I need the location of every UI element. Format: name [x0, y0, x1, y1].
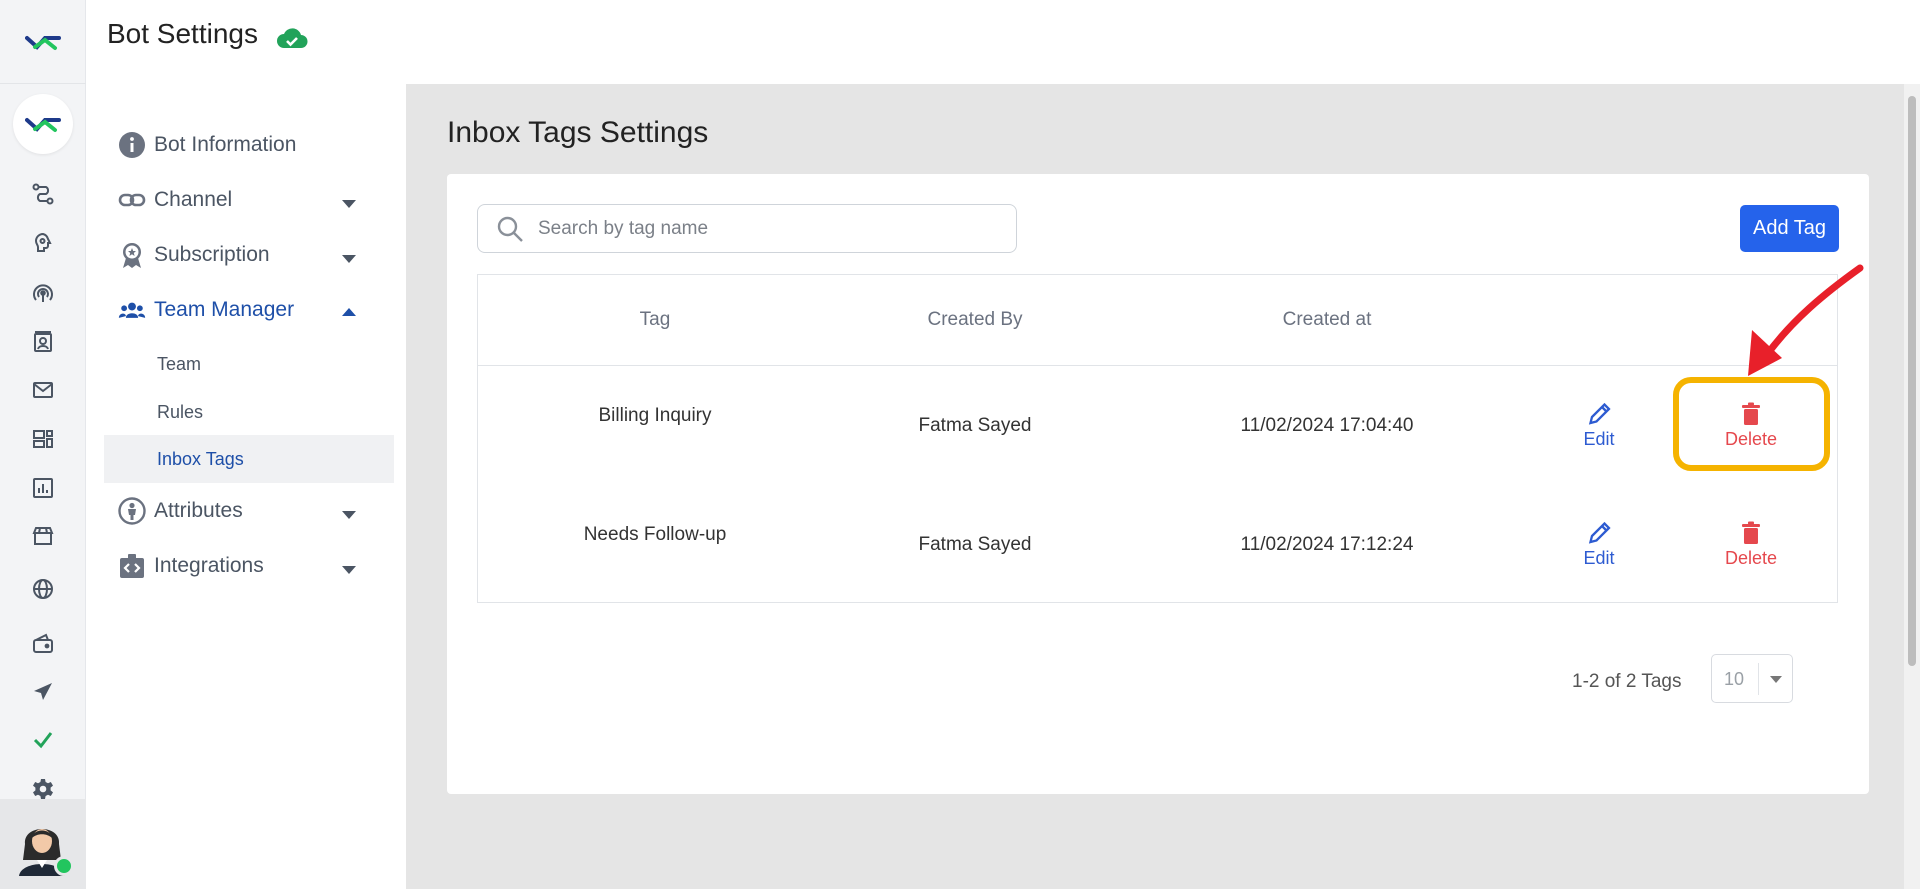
edit-label: Edit	[1583, 548, 1615, 568]
team-icon	[118, 302, 146, 318]
search-icon	[497, 216, 523, 242]
icon-rail	[0, 0, 86, 889]
created-by: Fatma Sayed	[918, 534, 1032, 555]
table-row: Needs Follow-up Fatma Sayed 11/02/2024 1…	[478, 485, 1837, 603]
column-header-tag[interactable]: Tag	[640, 309, 671, 331]
store-icon[interactable]	[25, 518, 61, 554]
created-at: 11/02/2024 17:12:24	[1240, 534, 1414, 555]
tags-table: Tag Created By Created at Billing Inquir…	[477, 274, 1838, 603]
logo-icon	[25, 35, 61, 50]
cloud-check-icon	[277, 28, 308, 48]
delete-button[interactable]: Delete	[1725, 520, 1777, 569]
created-at: 11/02/2024 17:04:40	[1240, 415, 1414, 436]
tag-name: Needs Follow-up	[583, 524, 727, 545]
sidebar-item-label: Team Manager	[154, 298, 295, 321]
scrollbar-thumb[interactable]	[1908, 96, 1916, 666]
delete-highlight-box	[1673, 377, 1830, 471]
sidebar-item-subscription[interactable]: Subscription	[118, 241, 270, 269]
bot-avatar[interactable]	[13, 94, 73, 154]
app-logo[interactable]	[0, 0, 86, 84]
add-tag-button[interactable]: Add Tag	[1740, 205, 1839, 252]
tag-name: Billing Inquiry	[598, 405, 712, 426]
sidebar-item-label: Integrations	[154, 554, 264, 577]
info-icon	[119, 132, 145, 158]
delete-label: Delete	[1724, 548, 1778, 568]
page-size-select[interactable]: 10	[1711, 654, 1793, 703]
table-row: Billing Inquiry Fatma Sayed 11/02/2024 1…	[478, 367, 1837, 485]
sidebar-item-integrations[interactable]: Integrations	[118, 552, 264, 580]
annotation-arrow-icon	[1748, 264, 1864, 376]
sidebar-item-channel[interactable]: Channel	[118, 186, 232, 214]
edit-button[interactable]: Edit	[1583, 520, 1615, 569]
page-size-value: 10	[1724, 669, 1745, 689]
column-header-created-at[interactable]: Created at	[1283, 309, 1372, 331]
page-title: Bot Settings	[107, 18, 258, 49]
trash-icon	[1742, 521, 1760, 544]
sidebar-item-bot-information[interactable]: Bot Information	[118, 131, 296, 159]
online-status-indicator	[54, 856, 74, 876]
column-header-created-by[interactable]: Created By	[927, 309, 1022, 331]
broadcast-icon[interactable]	[25, 275, 61, 311]
search-box[interactable]	[477, 204, 1017, 253]
sidebar-subitem-team[interactable]: Team	[104, 340, 394, 388]
edit-label: Edit	[1583, 429, 1615, 449]
sidebar-item-label: Channel	[154, 188, 233, 211]
integration-icon	[120, 554, 144, 578]
check-icon[interactable]	[25, 721, 61, 757]
sidebar-item-label: Subscription	[154, 243, 270, 266]
page-scrollbar[interactable]	[1904, 84, 1920, 889]
sidebar-item-label: Attributes	[154, 499, 243, 522]
sidebar-item-attributes[interactable]: Attributes	[118, 497, 243, 525]
settings-sidebar: Bot Information Channel Subscription Tea…	[86, 84, 406, 889]
widgets-icon[interactable]	[25, 421, 61, 457]
pencil-icon	[1588, 521, 1611, 544]
link-icon	[118, 193, 146, 207]
sidebar-subitem-inbox-tags[interactable]: Inbox Tags	[104, 435, 394, 483]
wallet-icon[interactable]	[25, 626, 61, 662]
person-icon	[118, 497, 146, 525]
user-avatar[interactable]	[0, 799, 86, 889]
brain-icon[interactable]	[25, 225, 61, 261]
chevron-down-icon[interactable]	[342, 255, 356, 263]
chevron-down-icon[interactable]	[342, 200, 356, 208]
sidebar-subitem-rules[interactable]: Rules	[104, 388, 394, 436]
pagination-summary: 1-2 of 2 Tags	[1572, 671, 1682, 692]
chevron-down-icon[interactable]	[342, 511, 356, 519]
section-title: Inbox Tags Settings	[447, 116, 709, 149]
search-input[interactable]	[538, 217, 978, 240]
top-header	[86, 0, 1920, 84]
chevron-down-icon[interactable]	[1770, 676, 1782, 683]
tags-card: Add Tag Tag Created By Created at Billin…	[447, 174, 1869, 794]
globe-icon[interactable]	[25, 571, 61, 607]
main-content: Inbox Tags Settings Add Tag Tag Created …	[406, 84, 1920, 889]
contacts-icon[interactable]	[25, 324, 61, 360]
analytics-icon[interactable]	[25, 470, 61, 506]
mail-icon[interactable]	[25, 372, 61, 408]
flow-icon[interactable]	[25, 176, 61, 212]
sidebar-item-label: Bot Information	[154, 133, 297, 156]
bot-logo-icon	[25, 118, 61, 132]
send-icon[interactable]	[25, 674, 61, 710]
table-header: Tag Created By Created at	[478, 275, 1837, 366]
edit-button[interactable]: Edit	[1583, 401, 1615, 450]
pencil-icon	[1588, 402, 1611, 425]
select-divider	[1758, 663, 1759, 695]
chevron-down-icon[interactable]	[342, 566, 356, 574]
created-by: Fatma Sayed	[918, 415, 1032, 436]
badge-icon	[123, 243, 141, 268]
chevron-up-icon[interactable]	[342, 308, 356, 316]
sidebar-item-team-manager[interactable]: Team Manager	[118, 296, 294, 324]
